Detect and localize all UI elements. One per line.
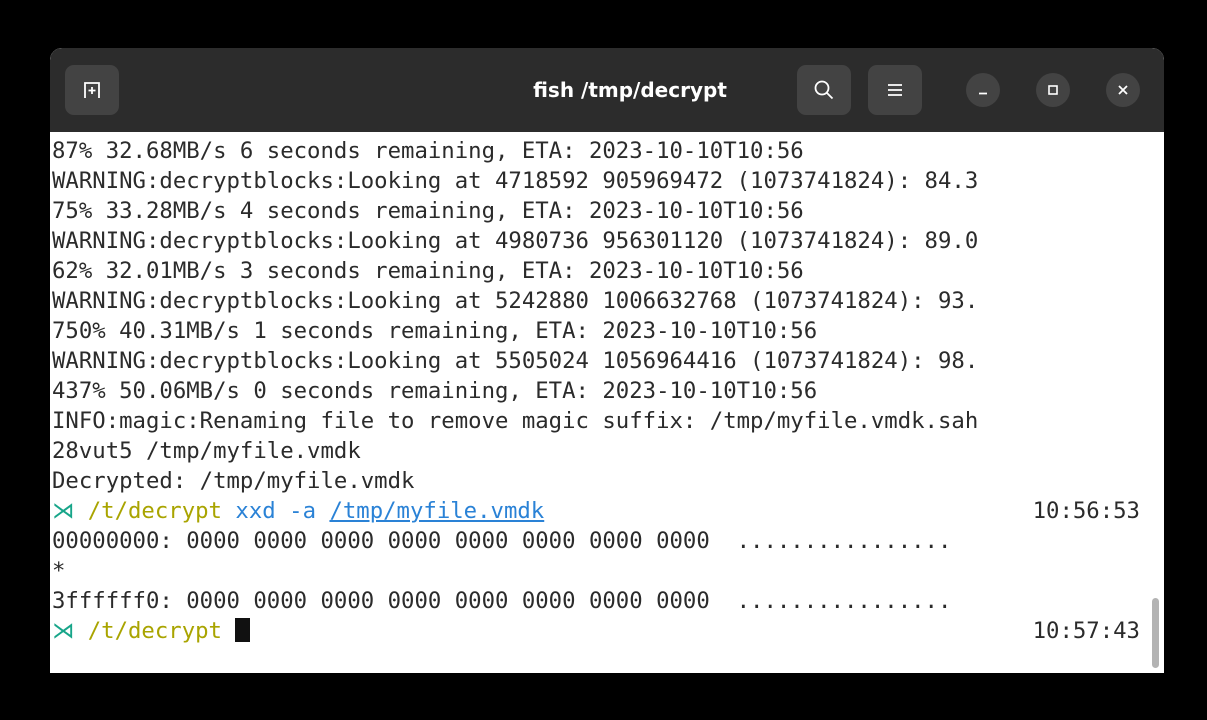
output-line: WARNING:decryptblocks:Looking at 5242880… [52,288,979,314]
output-line: Decrypted: /tmp/myfile.vmdk [52,468,415,494]
window-title: fish /tmp/decrypt [533,78,727,102]
search-button[interactable] [797,65,851,115]
output-line: 28vut5 /tmp/myfile.vmdk [52,438,361,464]
output-line: WARNING:decryptblocks:Looking at 4718592… [52,168,979,194]
command-name: xxd [235,498,276,524]
command-flag: -a [289,498,316,524]
maximize-icon [1048,85,1058,95]
close-icon [1118,85,1128,95]
close-button[interactable] [1106,73,1140,107]
prompt-timestamp: 10:57:43 [1032,618,1140,644]
search-icon [814,80,834,100]
output-line: 75% 33.28MB/s 4 seconds remaining, ETA: … [52,198,804,224]
minimize-icon [979,92,987,95]
output-line: WARNING:decryptblocks:Looking at 4980736… [52,228,979,254]
maximize-button[interactable] [1036,73,1070,107]
xxd-output-line: 00000000: 0000 0000 0000 0000 0000 0000 … [52,528,952,554]
prompt-timestamp: 10:56:53 [1032,498,1140,524]
scrollbar-thumb[interactable] [1152,598,1159,668]
prompt-line: ⋊ /t/decrypt xxd -a /tmp/myfile.vmdk 10:5… [52,496,1142,526]
command-path-link[interactable]: /tmp/myfile.vmdk [329,498,544,524]
new-tab-icon [84,82,100,98]
terminal-view[interactable]: 87% 32.68MB/s 6 seconds remaining, ETA: … [50,132,1164,673]
new-tab-button[interactable] [65,65,119,115]
xxd-output-line: * [52,558,66,584]
title-bar[interactable]: fish /tmp/decrypt [50,48,1164,132]
output-line: 750% 40.31MB/s 1 seconds remaining, ETA:… [52,318,818,344]
output-line: WARNING:decryptblocks:Looking at 5505024… [52,348,979,374]
hamburger-menu-icon [888,84,902,96]
output-line: 437% 50.06MB/s 0 seconds remaining, ETA:… [52,378,818,404]
prompt-cwd: /t/decrypt [87,498,222,524]
prompt-symbol: ⋊ [52,618,75,644]
terminal-window: fish /tmp/decrypt 87% 32.68MB/s 6 second… [50,48,1164,673]
output-line: INFO:magic:Renaming file to remove magic… [52,408,979,434]
prompt-symbol: ⋊ [52,498,75,524]
prompt-cwd: /t/decrypt [87,618,222,644]
output-line: 87% 32.68MB/s 6 seconds remaining, ETA: … [52,138,804,164]
xxd-output-line: 3ffffff0: 0000 0000 0000 0000 0000 0000 … [52,588,952,614]
text-cursor [235,618,251,642]
terminal-lines: 87% 32.68MB/s 6 seconds remaining, ETA: … [52,136,1142,646]
minimize-button[interactable] [966,73,1000,107]
output-line: 62% 32.01MB/s 3 seconds remaining, ETA: … [52,258,804,284]
menu-button[interactable] [868,65,922,115]
prompt-line[interactable]: ⋊ /t/decrypt 10:57:43 [52,616,1142,646]
